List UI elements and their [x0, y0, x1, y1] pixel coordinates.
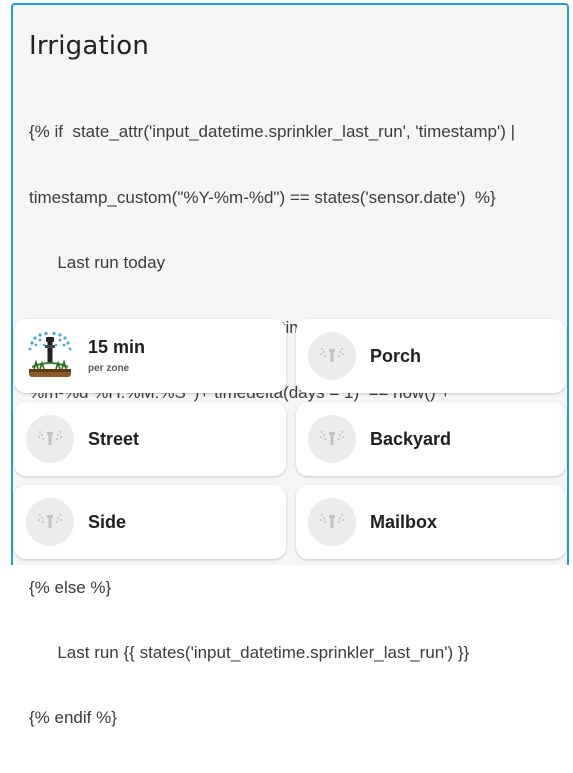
template-line: Last run today — [29, 252, 166, 272]
sprinkler-variant-icon — [308, 498, 356, 546]
sprinkler-variant-icon — [26, 415, 74, 463]
sprinkler-variant-icon — [308, 415, 356, 463]
sprinkler-variant-icon — [308, 332, 356, 380]
template-line: {% else %} — [29, 578, 112, 598]
template-line: timestamp_custom("%Y-%m-%d") == states('… — [29, 187, 496, 207]
card-title: Irrigation — [29, 31, 150, 61]
zone-tile-street[interactable]: Street — [14, 402, 286, 476]
duration-subtitle: per zone — [88, 363, 130, 374]
zone-label: Backyard — [370, 429, 452, 449]
template-line: {% endif %} — [29, 708, 117, 728]
duration-value: 15 min — [88, 337, 146, 357]
zone-label: Mailbox — [370, 512, 438, 532]
zone-tile-mailbox[interactable]: Mailbox — [296, 485, 566, 559]
zone-tile-porch[interactable]: Porch — [296, 319, 566, 393]
zone-tile-side[interactable]: Side — [14, 485, 286, 559]
sprinkler-variant-icon — [26, 498, 74, 546]
sprinkler-icon — [26, 331, 74, 379]
zone-label: Street — [88, 429, 140, 449]
zone-label: Porch — [370, 346, 422, 366]
template-line: {% if state_attr('input_datetime.sprinkl… — [29, 122, 516, 142]
zone-tile-backyard[interactable]: Backyard — [296, 402, 566, 476]
template-line: Last run {{ states('input_datetime.sprin… — [29, 643, 470, 663]
zone-label: Side — [88, 512, 127, 532]
duration-tile[interactable]: 15 min per zone — [14, 319, 286, 393]
irrigation-card: Irrigation {% if state_attr('input_datet… — [11, 3, 569, 727]
